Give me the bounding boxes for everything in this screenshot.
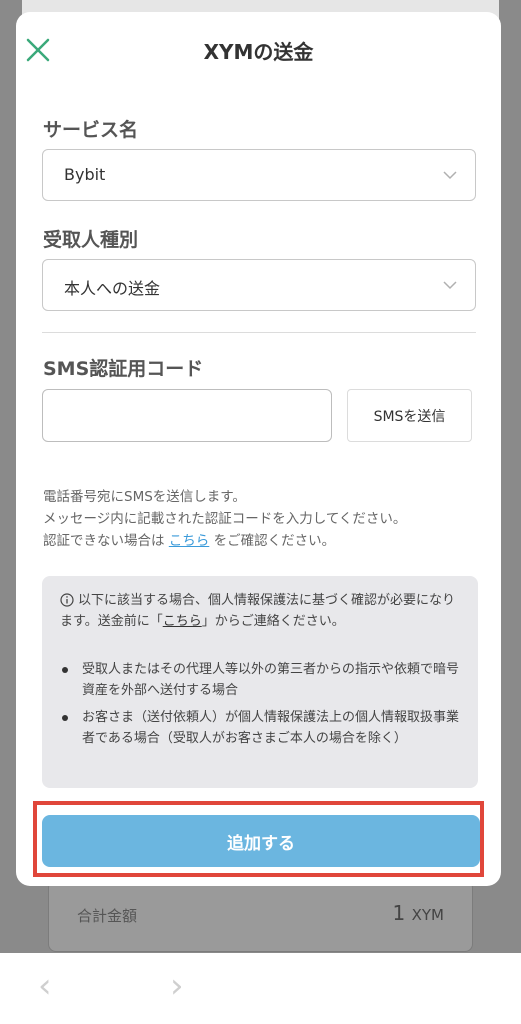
back-arrow-icon[interactable]: ‹: [38, 969, 52, 1003]
help-link[interactable]: こちら: [169, 533, 210, 549]
sms-code-label: SMS認証用コード: [43, 358, 204, 380]
bullet-icon: [62, 667, 68, 673]
list-item: お客さま（送付依頼人）が個人情報保護法上の個人情報取扱事業者である場合（受取人が…: [60, 707, 460, 749]
notice-link[interactable]: こちら: [163, 614, 202, 629]
send-sms-button[interactable]: SMSを送信: [347, 389, 472, 442]
help-line-2: メッセージ内に記載された認証コードを入力してください。: [43, 511, 407, 527]
divider: [42, 332, 476, 333]
recipient-type-select-value: 本人への送金: [64, 279, 161, 298]
add-button[interactable]: 追加する: [42, 815, 480, 867]
modal-title: XYMの送金: [203, 40, 314, 64]
notice-item-text: お客さま（送付依頼人）が個人情報保護法上の個人情報取扱事業者である場合（受取人が…: [82, 710, 460, 746]
chevron-down-icon: [443, 171, 457, 180]
help-line-3: 認証できない場合は こちら をご確認ください。: [43, 530, 483, 552]
recipient-type-select[interactable]: 本人への送金: [42, 259, 476, 311]
total-amount-number: 1: [392, 901, 406, 925]
total-amount-value: 1 XYM: [393, 901, 444, 925]
total-amount-label: 合計金額: [77, 907, 138, 925]
notice-heading: 以下に該当する場合、個人情報保護法に基づく確認が必要になります。送金前に「こちら…: [60, 590, 465, 632]
service-select-value: Bybit: [64, 165, 106, 184]
help-line-3-suffix: をご確認ください。: [213, 533, 336, 549]
total-amount-card: 合計金額 1 XYM: [48, 880, 473, 952]
info-icon: [60, 593, 74, 607]
send-modal: XYMの送金 サービス名 Bybit 受取人種別 本人への送金 SMS認証用コー…: [16, 12, 501, 886]
help-line-3-prefix: 認証できない場合は: [43, 533, 165, 549]
bullet-icon: [62, 715, 68, 721]
sms-help-text: 電話番号宛にSMSを送信します。 メッセージ内に記載された認証コードを入力してく…: [43, 486, 483, 552]
notice-item-text: 受取人またはその代理人等以外の第三者からの指示や依頼で暗号資産を外部へ送付する場…: [82, 662, 460, 698]
service-name-label: サービス名: [43, 119, 139, 141]
modal-header: XYMの送金: [16, 12, 501, 87]
total-amount-unit: XYM: [411, 906, 444, 924]
forward-arrow-icon[interactable]: ›: [170, 969, 184, 1003]
notice-list: 受取人またはその代理人等以外の第三者からの指示や依頼で暗号資産を外部へ送付する場…: [60, 659, 460, 755]
sms-code-input[interactable]: [42, 389, 332, 442]
recipient-type-label: 受取人種別: [43, 229, 139, 251]
notice-head-suffix: 」からご連絡ください。: [201, 614, 345, 629]
chevron-down-icon: [443, 281, 457, 290]
list-item: 受取人またはその代理人等以外の第三者からの指示や依頼で暗号資産を外部へ送付する場…: [60, 659, 460, 701]
privacy-notice-box: 以下に該当する場合、個人情報保護法に基づく確認が必要になります。送金前に「こちら…: [42, 576, 478, 788]
browser-bottom-bar: ‹ ›: [0, 953, 521, 1024]
help-line-1: 電話番号宛にSMSを送信します。: [43, 489, 246, 505]
service-select[interactable]: Bybit: [42, 149, 476, 201]
